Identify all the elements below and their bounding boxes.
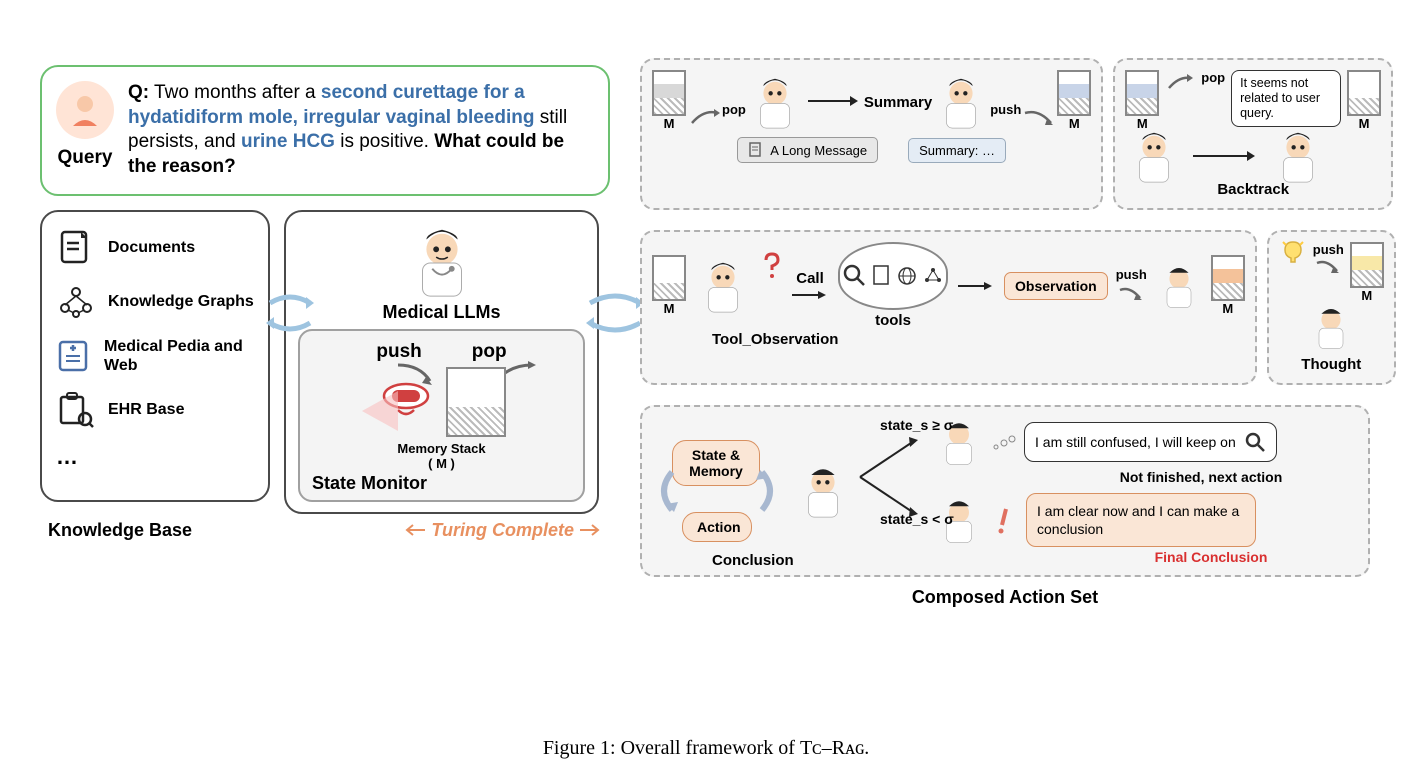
push-arrow-icon — [1313, 257, 1343, 277]
action-summary-panel: M pop Summary push M — [640, 58, 1103, 210]
graph-icon — [56, 282, 96, 322]
kb-item-ehr: EHR Base — [56, 390, 254, 430]
kb-item-graphs: Knowledge Graphs — [56, 282, 254, 322]
arrow-right-icon — [790, 289, 830, 301]
search-icon — [842, 263, 868, 289]
search-icon — [1244, 431, 1266, 453]
observation-chip: Observation — [1004, 272, 1108, 300]
long-message-chip: A Long Message — [737, 137, 878, 163]
backtrack-bubble: It seems not related to user query. — [1231, 70, 1341, 127]
stack-icon — [1125, 70, 1159, 116]
stack-icon — [1211, 255, 1245, 301]
stack-icon — [652, 255, 686, 301]
tools-cloud — [838, 242, 948, 310]
not-finished-label: Not finished, next action — [1044, 469, 1358, 485]
kb-item-pedia: Medical Pedia and Web — [56, 336, 254, 376]
lightbulb-icon — [1279, 238, 1307, 266]
pop-arrow-icon — [1165, 70, 1195, 94]
doctor-cartoon — [1307, 303, 1355, 351]
doctor-cartoon — [694, 257, 752, 315]
graph-icon — [922, 265, 944, 287]
doctor-cartoon — [932, 73, 990, 131]
document-icon — [56, 228, 96, 268]
state-monitor-box: push pop Memory Stack( M ) — [298, 329, 585, 502]
final-conclusion-label: Final Conclusion — [1064, 549, 1358, 565]
figure-caption: Figure 1: Overall framework of Tᴄ–Rᴀɢ. — [0, 737, 1412, 760]
cycle-arrows-left — [260, 285, 320, 341]
push-arrow-icon — [1116, 282, 1146, 304]
action-thought-panel: push M Thought — [1267, 230, 1396, 385]
exclamation-icon — [992, 505, 1018, 535]
book-icon — [56, 336, 92, 376]
arrow-right-icon — [804, 91, 864, 111]
summary-chip: Summary: … — [908, 138, 1006, 163]
action-conclusion-panel: State & Memory Action state_s ≥ σ state_… — [640, 405, 1370, 577]
doctor-cartoon — [794, 462, 852, 520]
knowledge-base-box: Documents Knowledge Graphs Medical Pedia… — [40, 210, 270, 502]
knowledge-base-label: Knowledge Base — [48, 520, 192, 541]
kb-item-more: … — [56, 444, 254, 470]
globe-icon — [896, 265, 918, 287]
query-prefix: Q: — [128, 82, 149, 103]
action-backtrack-panel: M pop It seems not related to user query… — [1113, 58, 1393, 210]
push-arrow-icon — [1021, 103, 1057, 131]
arrow-right-icon — [1191, 148, 1261, 164]
condition-lt: state_s < σ — [880, 511, 954, 527]
composed-action-set-label: Composed Action Set — [640, 587, 1370, 608]
doctor-cartoon — [1155, 262, 1203, 310]
stack-icon — [1057, 70, 1091, 116]
doctor-cartoon — [403, 222, 481, 300]
query-text: Q: Two months after a second curettage f… — [128, 81, 592, 180]
user-avatar — [56, 81, 114, 139]
llm-title: Medical LLMs — [298, 302, 585, 323]
arrow-right-icon — [956, 280, 996, 292]
thought-dots-icon — [992, 433, 1016, 451]
clear-bubble: I am clear now and I can make a conclusi… — [1026, 493, 1256, 547]
still-confused-bubble: I am still confused, I will keep on — [1024, 422, 1277, 462]
doctor-cartoon — [1125, 127, 1183, 185]
memory-stack-label: Memory Stack( M ) — [312, 441, 571, 471]
medical-llm-box: Medical LLMs push pop — [284, 210, 599, 514]
doctor-cartoon — [746, 73, 804, 131]
question-icon — [760, 252, 782, 280]
state-memory-chip: State & Memory — [672, 440, 760, 486]
pop-arrow-icon — [686, 103, 722, 131]
kb-item-documents: Documents — [56, 228, 254, 268]
stack-icon — [1350, 242, 1384, 288]
query-label: Query — [58, 147, 113, 169]
file-icon — [748, 142, 764, 158]
condition-ge: state_s ≥ σ — [880, 417, 953, 433]
stack-icon — [652, 70, 686, 116]
action-tool-observation-panel: M Call tool — [640, 230, 1257, 385]
file-icon — [872, 264, 892, 288]
cycle-arrow-icon — [754, 466, 782, 516]
state-monitor-title: State Monitor — [312, 473, 571, 494]
memory-stack — [446, 367, 506, 437]
doctor-cartoon — [1269, 127, 1327, 185]
turing-complete-label: Turing Complete — [403, 520, 602, 541]
action-chip: Action — [682, 512, 752, 542]
ehr-icon — [56, 390, 96, 430]
stack-icon — [1347, 70, 1381, 116]
red-beam-icon — [360, 381, 400, 441]
query-box: Query Q: Two months after a second curet… — [40, 65, 610, 196]
cycle-arrow-icon — [652, 466, 680, 516]
